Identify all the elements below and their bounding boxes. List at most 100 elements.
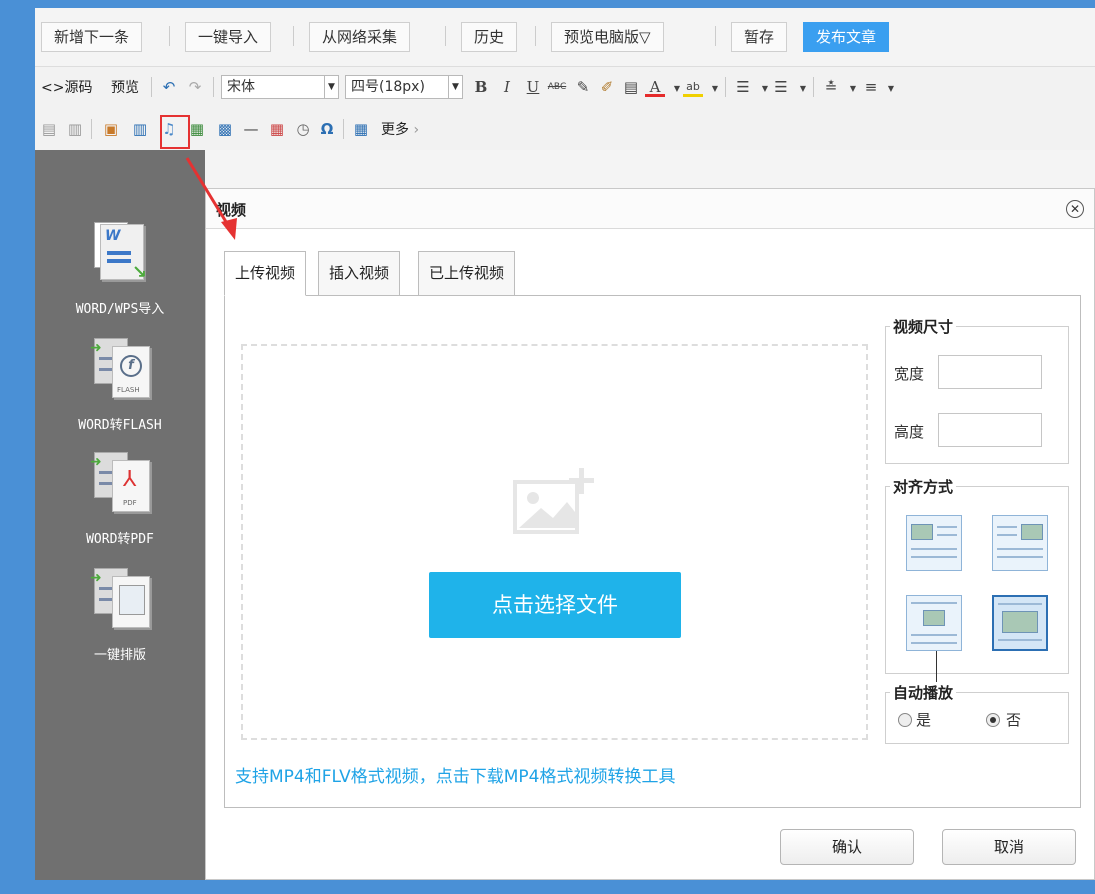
action-bar: 新增下一条 一键导入 从网络采集 历史 预览电脑版▽ 暂存 发布文章 — [35, 8, 1095, 66]
confirm-button[interactable]: 确认 — [780, 829, 914, 865]
tab-insert-video[interactable]: 插入视频 — [318, 251, 401, 296]
bold-icon[interactable]: B — [471, 77, 491, 97]
dialog-titlebar: 视频 ✕ — [206, 189, 1094, 229]
align-left-option[interactable] — [906, 515, 962, 571]
add-next-button[interactable]: 新增下一条 — [41, 22, 143, 52]
dialog-title: 视频 — [216, 201, 247, 219]
autoplay-no-label: 否 — [1006, 711, 1022, 729]
save-draft-button[interactable]: 暂存 — [731, 22, 788, 52]
height-input[interactable] — [938, 413, 1042, 447]
special-char-icon[interactable]: Ω — [317, 119, 337, 139]
separator — [535, 26, 536, 46]
dropdown-arrow-icon: ▼ — [324, 76, 338, 98]
dropdown-arrow-icon[interactable]: ▼ — [881, 79, 901, 99]
underline-icon[interactable]: U — [523, 77, 543, 97]
align-left-icon[interactable]: ▤ — [39, 119, 59, 139]
paragraph-spacing-icon[interactable]: ≡ — [861, 77, 881, 97]
table-icon[interactable]: ▦ — [351, 119, 371, 139]
time-icon[interactable]: ◷ — [293, 119, 313, 139]
align-legend: 对齐方式 — [890, 476, 957, 497]
autoplay-yes-label: 是 — [916, 711, 932, 729]
publish-button[interactable]: 发布文章 — [803, 22, 890, 52]
font-color-icon[interactable]: A — [645, 77, 665, 97]
video-icon[interactable]: ▥ — [130, 119, 150, 139]
horizontal-rule-icon[interactable]: — — [241, 119, 261, 139]
highlight-color-icon[interactable]: ab — [683, 77, 703, 97]
font-family-select[interactable]: 宋体 ▼ — [221, 75, 339, 99]
tab-uploaded-videos[interactable]: 已上传视频 — [418, 251, 516, 296]
paste-text-icon[interactable]: ▤ — [621, 77, 641, 97]
word-import-icon: W ↘ — [90, 222, 150, 292]
image-icon[interactable]: ▣ — [101, 119, 121, 139]
undo-icon[interactable]: ↶ — [159, 77, 179, 97]
sidebar-item-word-to-pdf[interactable]: ➜ ⅄ PDF WORD转PDF — [35, 452, 205, 547]
format-painter-icon[interactable]: ✐ — [597, 77, 617, 97]
editor-frame: 新增下一条 一键导入 从网络采集 历史 预览电脑版▽ 暂存 发布文章 <>源码 … — [35, 8, 1095, 880]
line-spacing-icon[interactable]: ≛ — [821, 77, 841, 97]
choose-file-button[interactable]: 点击选择文件 — [429, 572, 681, 638]
separator — [293, 26, 294, 46]
separator — [813, 77, 814, 97]
font-size-value: 四号(18px) — [351, 79, 425, 95]
align-group: 对齐方式 — [885, 476, 1069, 687]
sidebar-item-label: 一键排版 — [93, 648, 146, 663]
separator — [169, 26, 170, 46]
unordered-list-icon[interactable]: ☰ — [771, 77, 791, 97]
height-label: 高度 — [894, 423, 925, 441]
separator — [343, 119, 344, 139]
left-sidebar: W ↘ WORD/WPS导入 ➜ f FLASH WORD转FLASH ➜ ⅄ … — [35, 150, 205, 880]
source-button[interactable]: <>源码 — [41, 77, 92, 97]
add-image-icon — [513, 468, 594, 534]
sidebar-item-word-to-flash[interactable]: ➜ f FLASH WORD转FLASH — [35, 338, 205, 433]
separator — [725, 77, 726, 97]
sidebar-item-auto-layout[interactable]: ➜ 一键排版 — [35, 568, 205, 663]
ordered-list-icon[interactable]: ☰ — [733, 77, 753, 97]
map-icon[interactable]: ▦ — [187, 119, 207, 139]
date-icon[interactable]: ▦ — [267, 119, 287, 139]
strikethrough-icon[interactable]: ABC — [547, 77, 567, 97]
autoplay-yes-radio[interactable] — [898, 713, 912, 727]
more-label: 更多 — [381, 122, 409, 138]
italic-icon[interactable]: I — [497, 77, 517, 97]
separator — [715, 26, 716, 46]
pdf-badge: PDF — [123, 499, 137, 507]
auto-layout-icon: ➜ — [90, 568, 150, 638]
upload-dropzone[interactable]: 点击选择文件 — [241, 344, 868, 740]
video-size-group: 视频尺寸 宽度 高度 — [885, 316, 1069, 464]
dropdown-arrow-icon[interactable]: ▼ — [843, 79, 863, 99]
align-right-option[interactable] — [992, 515, 1048, 571]
video-size-legend: 视频尺寸 — [890, 316, 957, 337]
width-input[interactable] — [938, 355, 1042, 389]
sidebar-item-label: WORD转FLASH — [78, 418, 162, 433]
preview-button[interactable]: 预览 — [111, 77, 139, 97]
align-none-option[interactable] — [906, 595, 962, 651]
sidebar-item-word-import[interactable]: W ↘ WORD/WPS导入 — [35, 222, 205, 317]
dropdown-arrow-icon[interactable]: ▼ — [793, 79, 813, 99]
upload-panel: 点击选择文件 支持MP4和FLV格式视频，点击下载MP4格式视频转换工具 视频尺… — [224, 295, 1081, 808]
sidebar-item-label: WORD/WPS导入 — [75, 302, 165, 317]
close-icon[interactable]: ✕ — [1066, 200, 1084, 218]
font-size-select[interactable]: 四号(18px) ▼ — [345, 75, 463, 99]
separator — [151, 77, 152, 97]
template-icon[interactable]: ▩ — [215, 119, 235, 139]
dropdown-arrow-icon[interactable]: ▼ — [705, 79, 725, 99]
align-center-option[interactable] — [992, 595, 1048, 651]
spellcheck-icon[interactable]: ✎ — [573, 77, 593, 97]
one-click-import-button[interactable]: 一键导入 — [185, 22, 272, 52]
tab-upload-video[interactable]: 上传视频 — [224, 251, 307, 296]
redo-icon[interactable]: ↷ — [185, 77, 205, 97]
separator — [91, 119, 92, 139]
preview-pc-button[interactable]: 预览电脑版▽ — [551, 22, 664, 52]
cancel-button[interactable]: 取消 — [942, 829, 1076, 865]
support-format-link[interactable]: 支持MP4和FLV格式视频，点击下载MP4格式视频转换工具 — [235, 762, 675, 787]
align-center-icon[interactable]: ▥ — [65, 119, 85, 139]
web-collect-button[interactable]: 从网络采集 — [309, 22, 411, 52]
more-button[interactable]: 更多 › — [381, 119, 419, 139]
autoplay-group: 自动播放 是 否 — [885, 682, 1069, 744]
autoplay-no-radio[interactable] — [986, 713, 1000, 727]
history-button[interactable]: 历史 — [461, 22, 518, 52]
autoplay-legend: 自动播放 — [890, 682, 957, 703]
sidebar-item-label: WORD转PDF — [86, 532, 154, 547]
video-icon-highlight — [160, 115, 190, 149]
flash-badge: FLASH — [117, 386, 140, 394]
